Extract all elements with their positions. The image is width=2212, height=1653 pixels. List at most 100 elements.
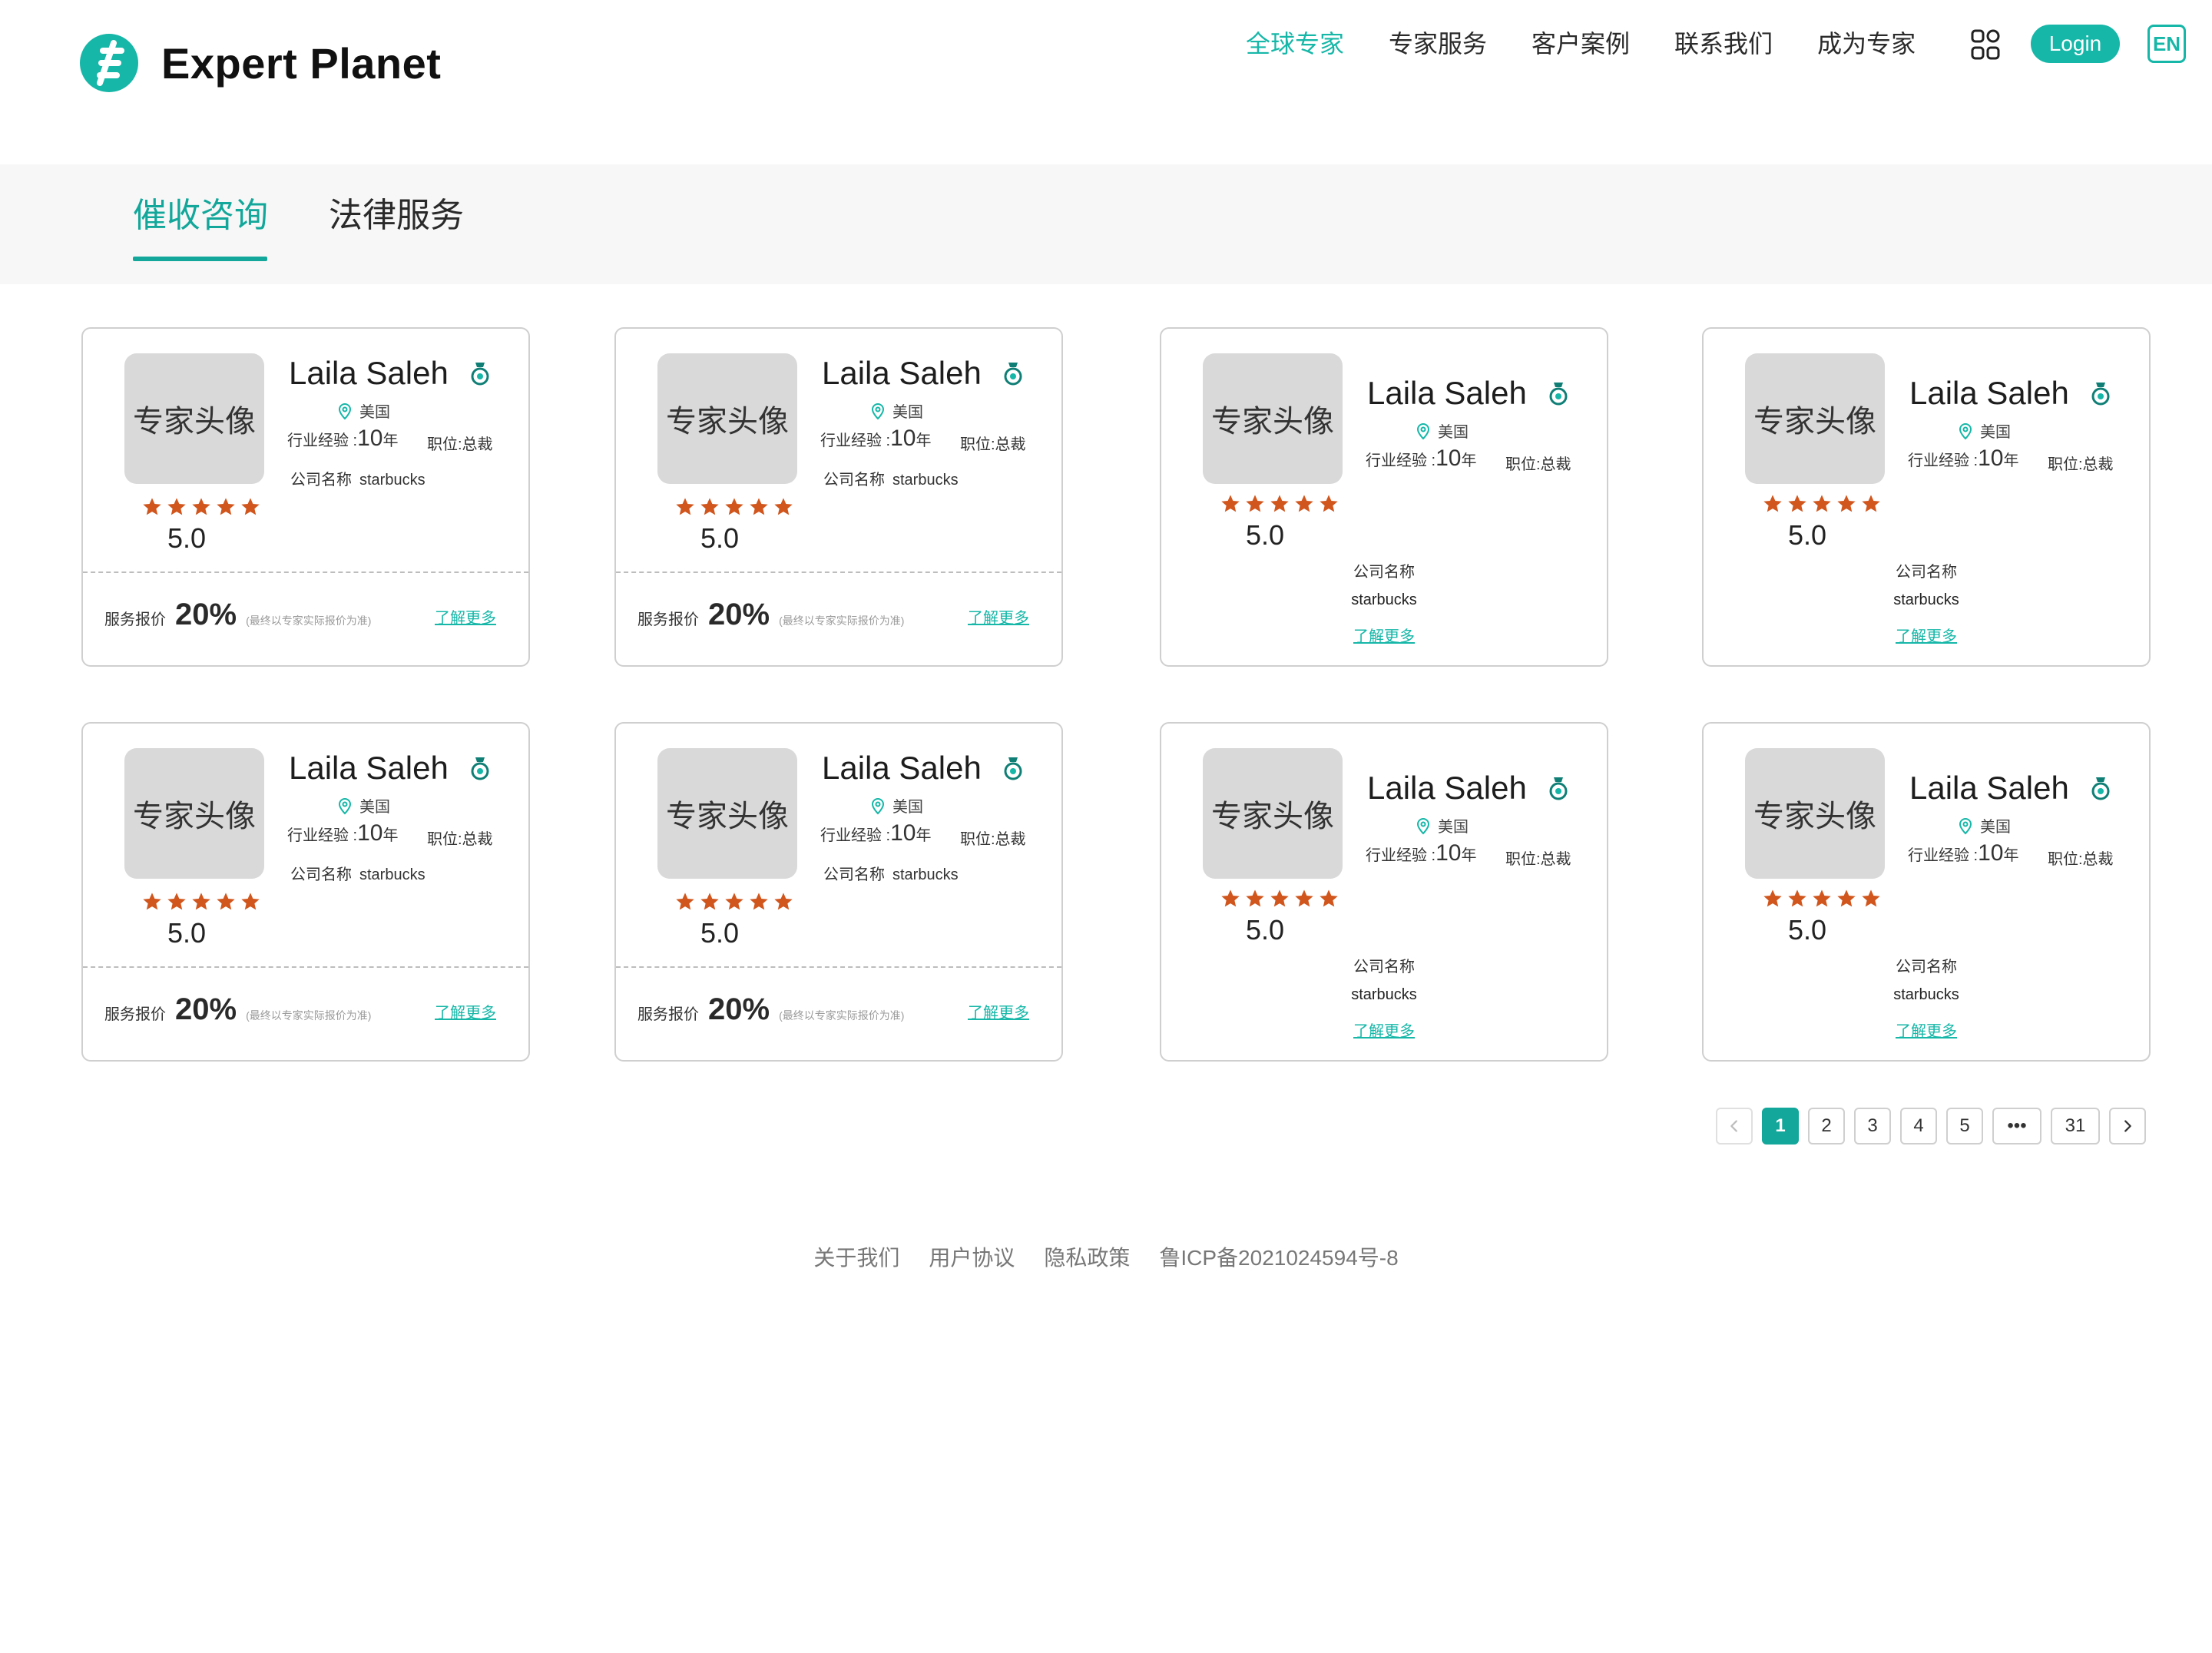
position: 职位:总裁 xyxy=(2048,851,2114,868)
page-5[interactable]: 5 xyxy=(1946,1108,1983,1145)
tab-legal-services[interactable]: 法律服务 xyxy=(329,187,464,237)
location-pin-icon xyxy=(871,402,885,419)
expert-avatar-placeholder: 专家头像 xyxy=(124,353,264,484)
price-row: 服务报价 20% (最终以专家实际报价为准) xyxy=(637,992,904,1027)
medal-icon xyxy=(2091,383,2110,406)
experience-label: 行业经验 : xyxy=(1366,452,1436,469)
star-icon xyxy=(725,893,743,910)
star-icon xyxy=(676,893,694,910)
experience-unit: 年 xyxy=(382,827,399,844)
experience: 行业经验 :10年 xyxy=(820,426,932,452)
brand[interactable]: Expert Planet xyxy=(80,34,441,92)
login-button[interactable]: Login xyxy=(2031,25,2120,63)
star-icon xyxy=(1246,495,1264,512)
brand-logo xyxy=(80,34,138,92)
learn-more-link[interactable]: 了解更多 xyxy=(435,605,496,628)
nav-become-expert[interactable]: 成为专家 xyxy=(1817,25,1916,60)
price-note: (最终以专家实际报价为准) xyxy=(246,614,372,627)
star-icon xyxy=(167,893,186,910)
medal-icon xyxy=(1549,383,1568,406)
nav-expert-services[interactable]: 专家服务 xyxy=(1389,25,1487,60)
rating-value: 5.0 xyxy=(167,917,207,949)
tab-collection-consulting[interactable]: 催收咨询 xyxy=(133,187,268,237)
location-text: 美国 xyxy=(1438,819,1469,836)
location: 美国 xyxy=(869,399,923,422)
footer-icp-record[interactable]: 鲁ICP备2021024594号-8 xyxy=(1159,1241,1398,1272)
expert-avatar-placeholder: 专家头像 xyxy=(1203,748,1343,879)
location-text: 美国 xyxy=(892,799,923,816)
apps-grid-icon[interactable] xyxy=(1969,28,2003,61)
experience: 行业经验 :10年 xyxy=(287,426,399,452)
company-name: starbucks xyxy=(359,866,426,883)
expert-card[interactable]: 专家头像 5.0 Laila Saleh 美国 行业经验 :10年 职位:总裁 xyxy=(614,327,1063,667)
active-tab-underline xyxy=(133,257,267,261)
star-icon xyxy=(1320,495,1338,512)
learn-more-container: 了解更多 xyxy=(1161,1019,1607,1041)
page-4[interactable]: 4 xyxy=(1900,1108,1937,1145)
company-label: 公司名称 xyxy=(1353,959,1415,976)
medal-icon xyxy=(1549,777,1568,800)
star-rating xyxy=(141,496,261,518)
language-toggle[interactable]: EN xyxy=(2147,25,2186,63)
expert-avatar-placeholder: 专家头像 xyxy=(1745,748,1885,879)
prev-page-button[interactable] xyxy=(1716,1108,1753,1145)
star-rating xyxy=(141,891,261,913)
star-icon xyxy=(192,498,210,515)
rating-value: 5.0 xyxy=(1788,519,1827,551)
footer-privacy-policy[interactable]: 隐私政策 xyxy=(1044,1241,1130,1272)
page-2[interactable]: 2 xyxy=(1808,1108,1845,1145)
footer-user-agreement[interactable]: 用户协议 xyxy=(929,1241,1015,1272)
price-value: 20% xyxy=(175,992,237,1026)
learn-more-link[interactable]: 了解更多 xyxy=(1161,1019,1607,1041)
medal-icon xyxy=(1004,757,1022,780)
experience-number: 10 xyxy=(890,820,916,846)
company-label: 公司名称 xyxy=(290,866,352,883)
price-note: (最终以专家实际报价为准) xyxy=(779,614,905,627)
card-divider xyxy=(83,966,528,968)
footer-about-us[interactable]: 关于我们 xyxy=(813,1241,899,1272)
expert-card[interactable]: 专家头像 5.0 Laila Saleh 美国 行业经验 :10年 职位:总裁 xyxy=(614,722,1063,1062)
company-label: 公司名称 xyxy=(823,866,885,883)
next-page-button[interactable] xyxy=(2109,1108,2146,1145)
expert-name: Laila Saleh xyxy=(1367,375,1527,411)
location-text: 美国 xyxy=(892,404,923,421)
nav-global-experts[interactable]: 全球专家 xyxy=(1246,25,1344,60)
location: 美国 xyxy=(336,399,390,422)
expert-card[interactable]: 专家头像 5.0 Laila Saleh 美国 行业经验 :10年 职位:总裁 xyxy=(81,722,530,1062)
star-icon xyxy=(750,893,768,910)
page-1[interactable]: 1 xyxy=(1762,1108,1799,1145)
learn-more-link[interactable]: 了解更多 xyxy=(968,1000,1029,1022)
page-31[interactable]: 31 xyxy=(2051,1108,2100,1145)
experience: 行业经验 :10年 xyxy=(1366,840,1477,866)
expert-card[interactable]: 专家头像 5.0 Laila Saleh 美国 行业经验 :10年 职位:总裁 … xyxy=(1702,722,2151,1062)
nav-contact-us[interactable]: 联系我们 xyxy=(1674,25,1773,60)
experience-unit: 年 xyxy=(1461,452,1477,469)
expert-card[interactable]: 专家头像 5.0 Laila Saleh 美国 行业经验 :10年 职位:总裁 … xyxy=(1160,722,1608,1062)
company-name: starbucks xyxy=(1893,986,1959,1003)
pagination: 1 2 3 4 5 ••• 31 xyxy=(1716,1108,2146,1145)
expert-card[interactable]: 专家头像 5.0 Laila Saleh 美国 行业经验 :10年 职位:总裁 … xyxy=(1702,327,2151,667)
learn-more-link[interactable]: 了解更多 xyxy=(1161,624,1607,646)
expert-card[interactable]: 专家头像 5.0 Laila Saleh 美国 行业经验 :10年 职位:总裁 xyxy=(81,327,530,667)
learn-more-link[interactable]: 了解更多 xyxy=(1704,1019,2149,1041)
star-icon xyxy=(1270,495,1289,512)
learn-more-container: 了解更多 xyxy=(1161,624,1607,646)
nav-client-cases[interactable]: 客户案例 xyxy=(1532,25,1630,60)
star-icon xyxy=(774,893,793,910)
learn-more-link[interactable]: 了解更多 xyxy=(968,605,1029,628)
experience-number: 10 xyxy=(357,426,383,451)
position: 职位:总裁 xyxy=(960,436,1026,453)
page-3[interactable]: 3 xyxy=(1854,1108,1891,1145)
learn-more-link[interactable]: 了解更多 xyxy=(1704,624,2149,646)
location: 美国 xyxy=(1415,814,1469,836)
learn-more-link[interactable]: 了解更多 xyxy=(435,1000,496,1022)
position: 职位:总裁 xyxy=(1505,456,1571,473)
price-note: (最终以专家实际报价为准) xyxy=(779,1009,905,1022)
expert-card[interactable]: 专家头像 5.0 Laila Saleh 美国 行业经验 :10年 职位:总裁 … xyxy=(1160,327,1608,667)
star-rating xyxy=(1762,493,1882,515)
star-icon xyxy=(1788,889,1806,907)
page-ellipsis[interactable]: ••• xyxy=(1992,1108,2041,1145)
site-header: Expert Planet 全球专家 专家服务 客户案例 联系我们 成为专家 L… xyxy=(0,0,2212,164)
expert-avatar-placeholder: 专家头像 xyxy=(124,748,264,879)
location: 美国 xyxy=(336,794,390,817)
